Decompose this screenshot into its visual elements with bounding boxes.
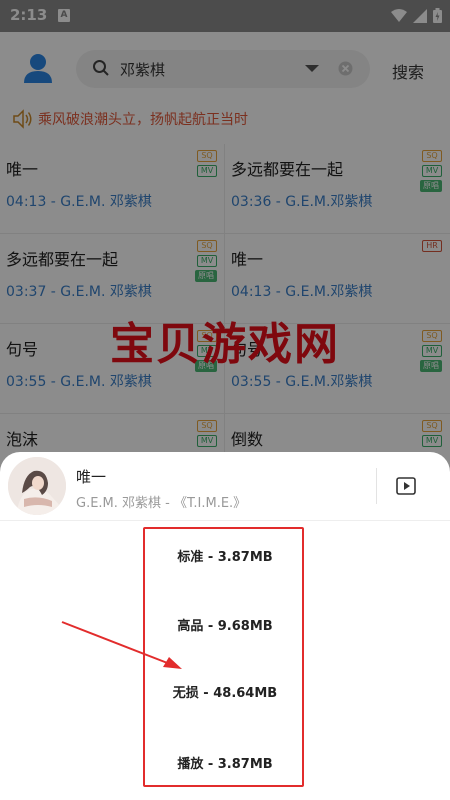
pointer-arrow-icon [61,621,182,669]
sheet-song-subtitle: G.E.M. 邓紫棋 - 《T.I.M.E.》 [76,496,247,511]
sheet-divider [376,468,377,504]
album-cover [8,457,66,515]
mv-play-icon[interactable] [396,476,416,496]
sheet-song-title: 唯一 [76,468,107,486]
sheet-header-divider [0,520,450,521]
album-art-image [8,457,66,515]
